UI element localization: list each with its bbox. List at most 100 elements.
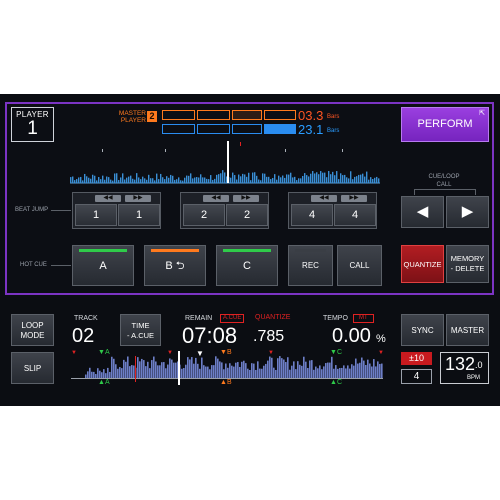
quantize-indicator: QUANTIZE (255, 314, 291, 321)
tempo-label: TEMPO (323, 315, 348, 322)
rewind-icon: ◀◀ (95, 195, 121, 202)
cue-loop-bracket (414, 189, 476, 190)
overview-waveform (70, 141, 380, 184)
cue-marker-red-icon: ▼ (268, 350, 274, 356)
loop-mode-button[interactable]: LOOP MODE (11, 314, 54, 346)
player-bars-unit: Bars (327, 128, 340, 134)
beat-jump-forward-button[interactable]: 2 (226, 204, 268, 226)
tempo-unit: % (376, 333, 386, 345)
bpm-decimal: .0 (475, 360, 483, 370)
hot-cue-b-marker: ▼B (220, 349, 232, 356)
hot-cue-connector (51, 265, 71, 266)
tempo-range-label: ±10 (409, 353, 424, 363)
hot-cue-c-marker: ▼C (330, 349, 342, 356)
beat-jump-label: BEAT JUMP (15, 207, 49, 213)
master-label-line1: MASTER (118, 110, 146, 117)
rec-label: REC (302, 261, 319, 270)
remain-label: REMAIN (185, 315, 213, 322)
cue-loop-call-prev-button[interactable]: ◀ (401, 196, 444, 228)
a-cue-indicator: A.CUE (220, 314, 245, 323)
master-tempo-indicator: MT (353, 314, 374, 323)
beat-jump-group-3: ◀◀ ▶▶ 4 4 (288, 192, 377, 229)
beat-jump-forward-button[interactable]: 1 (118, 204, 160, 226)
bpm-display: 132 .0 BPM (440, 352, 489, 384)
bar-segment (232, 110, 262, 120)
exit-arrows-icon: ⇱ (479, 110, 485, 117)
quantize-label: QUANTIZE (403, 260, 442, 269)
cue-marker-red-icon: ▼ (378, 350, 384, 356)
hot-cue-a-button[interactable]: A (72, 245, 134, 286)
loop-mode-line1: LOOP (21, 321, 44, 330)
delete-label: - DELETE (450, 264, 485, 273)
beat-jump-connector (51, 210, 71, 211)
hot-cue-b-button[interactable]: B ⮌ (144, 245, 206, 286)
remain-time-ms: .785 (253, 328, 285, 345)
hot-cue-c-color-bar (223, 249, 271, 252)
hot-cue-a-color-bar (79, 249, 127, 252)
perform-button[interactable]: PERFORM ⇱ (401, 107, 489, 142)
left-arrow-icon: ◀ (416, 203, 429, 220)
right-arrow-icon: ▶ (461, 203, 474, 220)
bar-segment (162, 110, 195, 120)
sync-button[interactable]: SYNC (401, 314, 444, 346)
beat-counter: 4 (401, 369, 432, 384)
cue-marker-red-icon: ▼ (71, 350, 77, 356)
call-label: CALL (436, 182, 452, 188)
beat-jump-back-button[interactable]: 1 (75, 204, 117, 226)
hot-cue-a-marker: ▼A (98, 349, 110, 356)
cue-loop-call-label: CUE/LOOP CALL (424, 173, 464, 189)
master-player-label: MASTER PLAYER (116, 110, 146, 124)
rec-button[interactable]: REC (288, 245, 333, 286)
master-label-line2: PLAYER (120, 117, 146, 124)
tempo-value: 0.00 (332, 325, 371, 347)
master-button[interactable]: MASTER (446, 314, 489, 346)
hot-cue-call-label: CALL (349, 261, 370, 270)
cue-marker-red-icon: ▼ (167, 350, 173, 356)
quantize-button[interactable]: QUANTIZE (401, 245, 444, 283)
master-label: MASTER (450, 326, 485, 335)
slip-button[interactable]: SLIP (11, 352, 54, 384)
player-bars-value: 23.1 (298, 122, 324, 137)
hot-cue-c-marker-bottom: ▲C (330, 379, 342, 386)
bar-segment (264, 124, 296, 134)
bar-segment (232, 124, 262, 134)
memory-label: MEMORY (450, 254, 485, 263)
hot-cue-a-marker-bottom: ▲A (98, 379, 110, 386)
playhead-marker (227, 141, 229, 183)
beat-jump-back-button[interactable]: 2 (183, 204, 225, 226)
beat-jump-group-2: ◀◀ ▶▶ 2 2 (180, 192, 269, 229)
cue-loop-label: CUE/LOOP (428, 174, 460, 180)
rewind-icon: ◀◀ (203, 195, 229, 202)
sync-label: SYNC (411, 326, 434, 335)
position-marker (178, 351, 180, 385)
track-number: 02 (72, 325, 95, 347)
bar-segment (197, 124, 230, 134)
cue-loop-bracket (414, 189, 415, 195)
beat-jump-group-1: ◀◀ ▶▶ 1 1 (72, 192, 161, 229)
fast-forward-icon: ▶▶ (233, 195, 259, 202)
hot-cue-label: HOT CUE (20, 262, 47, 268)
hot-cue-b-label: B ⮌ (165, 260, 185, 272)
track-label: TRACK (74, 315, 98, 322)
player-indicator: PLAYER 1 (11, 107, 54, 142)
rec-bar (295, 249, 326, 252)
hot-cue-b-color-bar (151, 249, 199, 252)
a-cue-label: - A.CUE (126, 331, 155, 340)
time-a-cue-button[interactable]: TIME - A.CUE (120, 314, 161, 346)
beat-counter-value: 4 (413, 371, 420, 382)
memory-delete-button[interactable]: MEMORY - DELETE (446, 245, 489, 283)
loop-mode-line2: MODE (20, 331, 45, 340)
rewind-icon: ◀◀ (311, 195, 337, 202)
hot-cue-c-button[interactable]: C (216, 245, 278, 286)
slip-label: SLIP (23, 364, 42, 373)
beat-jump-forward-button[interactable]: 4 (334, 204, 376, 226)
bpm-unit: BPM (467, 375, 481, 381)
master-player-number: 2 (147, 111, 157, 122)
hot-cue-a-label: A (99, 260, 107, 272)
hot-cue-call-button[interactable]: CALL (337, 245, 382, 286)
bar-segment (162, 124, 195, 134)
bar-segment (264, 110, 296, 120)
cue-loop-call-next-button[interactable]: ▶ (446, 196, 489, 228)
beat-jump-back-button[interactable]: 4 (291, 204, 333, 226)
fast-forward-icon: ▶▶ (341, 195, 367, 202)
